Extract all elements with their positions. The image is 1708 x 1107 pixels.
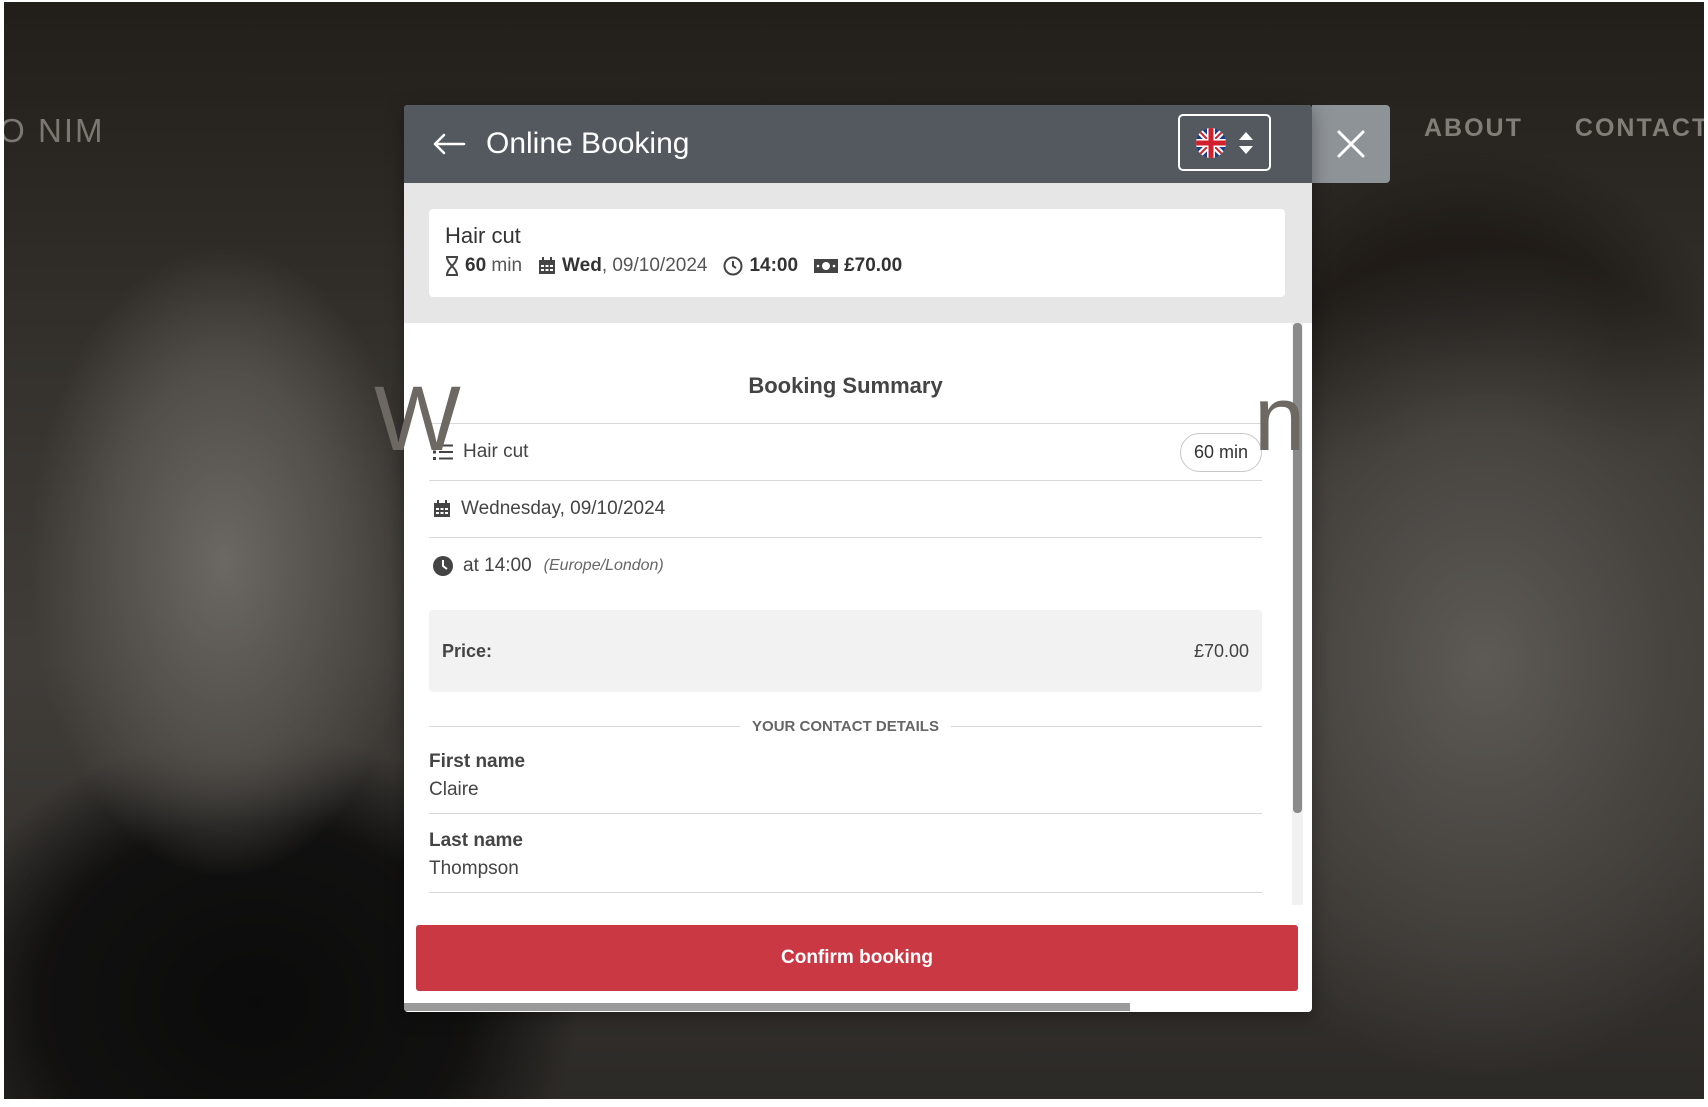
contact-details-divider: YOUR CONTACT DETAILS — [429, 718, 1262, 735]
divider-line — [429, 726, 741, 727]
summary-date: Wednesday, 09/10/2024 — [461, 498, 666, 519]
close-icon — [1337, 130, 1365, 158]
booking-modal: Online Booking Hair cut 60 min Wed , 09/… — [404, 105, 1312, 1012]
summary-row-service: Hair cut 60 min — [429, 423, 1262, 480]
summary-time: at 14:00 — [463, 555, 532, 576]
price-box: Price: £70.00 — [429, 610, 1262, 692]
clock-icon — [433, 556, 453, 576]
nav-contact[interactable]: CONTACT — [1575, 114, 1704, 143]
duration-meta: 60 min — [445, 255, 522, 277]
uk-flag-icon — [1195, 127, 1226, 158]
site-brand: IO NIM — [4, 112, 105, 149]
price-meta: £70.00 — [814, 255, 902, 277]
last-name-label: Last name — [429, 830, 523, 851]
last-name-value: Thompson — [429, 858, 519, 879]
summary-timezone: (Europe/London) — [543, 557, 664, 574]
price-label: Price: — [442, 640, 493, 661]
modal-header: Online Booking — [404, 105, 1312, 183]
site-nav: ABOUT CONTACT — [1424, 114, 1704, 143]
language-select[interactable] — [1178, 114, 1271, 171]
back-arrow-icon[interactable] — [432, 132, 466, 156]
modal-title: Online Booking — [486, 127, 690, 160]
calendar-icon — [434, 500, 450, 517]
first-name-field[interactable]: First name Claire — [429, 735, 1262, 814]
booking-summary-title: Booking Summary — [748, 373, 943, 398]
hourglass-icon — [446, 256, 458, 276]
date-value: , 09/10/2024 — [601, 255, 708, 276]
summary-row-time: at 14:00 (Europe/London) — [429, 537, 1262, 594]
service-card: Hair cut 60 min Wed, 09/10/2024 14:00 £7… — [429, 209, 1285, 297]
duration-badge: 60 min — [1179, 432, 1262, 472]
price-value: £70.00 — [844, 255, 903, 276]
sort-arrows-icon — [1238, 131, 1253, 154]
calendar-icon — [539, 257, 556, 274]
nav-about[interactable]: ABOUT — [1424, 114, 1523, 143]
price-amount: £70.00 — [1193, 640, 1249, 661]
date-meta: Wed, 09/10/2024 — [538, 255, 707, 277]
service-name: Hair cut — [445, 223, 521, 248]
time-meta: 14:00 — [723, 255, 798, 277]
date-day: Wed — [562, 255, 602, 276]
divider-line — [950, 726, 1262, 727]
money-icon — [814, 259, 839, 273]
service-meta: 60 min Wed, 09/10/2024 14:00 £70.00 — [445, 255, 1269, 277]
summary-service-name: Hair cut — [463, 441, 529, 462]
clock-icon — [723, 256, 743, 276]
hero-text-left: W — [374, 368, 465, 470]
first-name-value: Claire — [429, 779, 479, 800]
booking-summary-scroll[interactable]: Booking Summary Hair cut 60 min Wednesda… — [404, 323, 1312, 905]
first-name-label: First name — [429, 751, 526, 772]
confirm-booking-button[interactable]: Confirm booking — [416, 925, 1298, 991]
close-button[interactable] — [1312, 105, 1390, 183]
contact-details-heading: YOUR CONTACT DETAILS — [752, 718, 939, 735]
horizontal-scrollbar[interactable] — [404, 1003, 1130, 1011]
summary-row-date: Wednesday, 09/10/2024 — [429, 480, 1262, 537]
last-name-field[interactable]: Last name Thompson — [429, 814, 1262, 893]
duration-value: 60 — [465, 255, 487, 276]
duration-unit: min — [491, 255, 523, 276]
hero-text-right: n — [1254, 368, 1310, 470]
time-value: 14:00 — [749, 255, 799, 276]
service-summary-band: Hair cut 60 min Wed, 09/10/2024 14:00 £7… — [404, 183, 1312, 323]
